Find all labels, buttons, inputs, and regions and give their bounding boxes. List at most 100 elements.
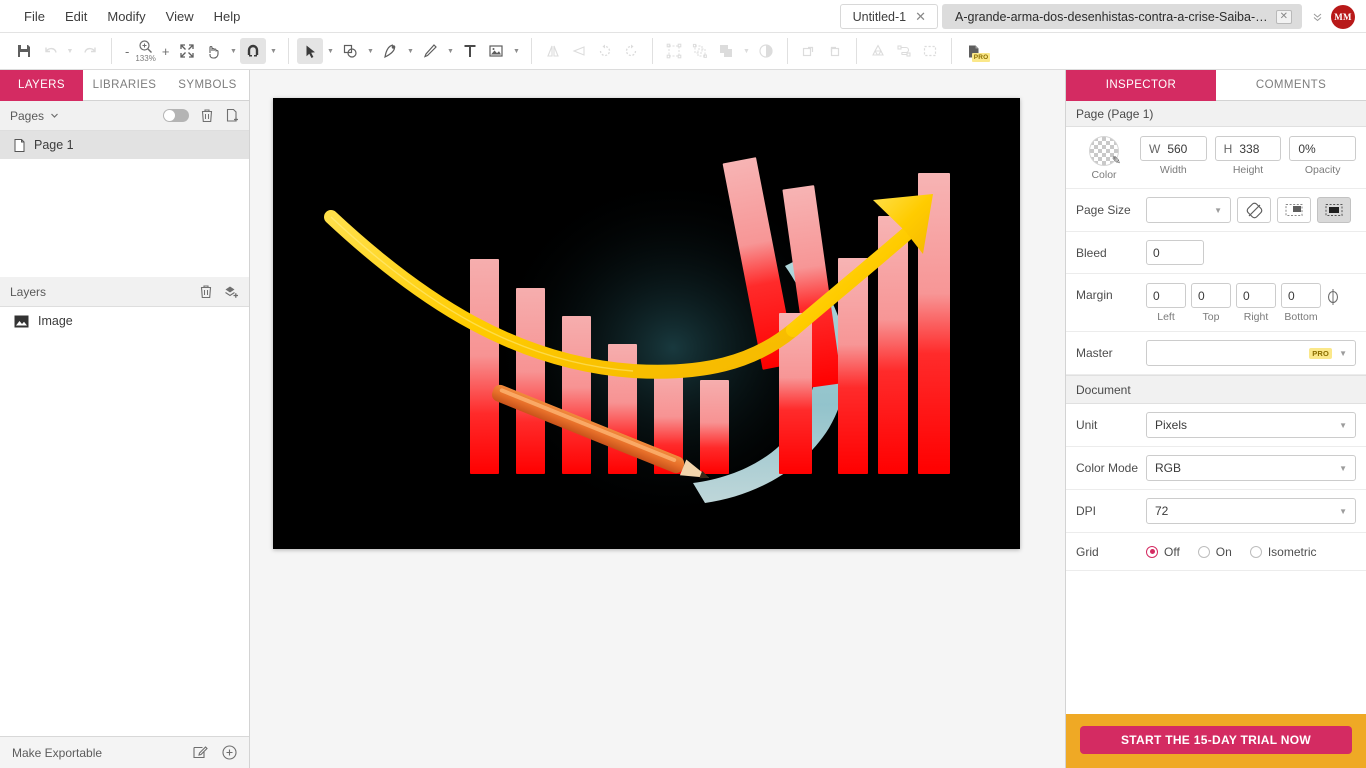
pencil-tool-icon[interactable] (417, 38, 443, 64)
artboard[interactable] (273, 98, 1020, 549)
image-dropdown-icon[interactable]: ▼ (509, 38, 523, 64)
rotate-counterclockwise-icon[interactable] (592, 38, 618, 64)
zoom-out-button[interactable]: - (120, 44, 134, 59)
tab-layers[interactable]: LAYERS (0, 70, 83, 101)
recycle-icon[interactable] (865, 38, 891, 64)
group-icon[interactable] (661, 38, 687, 64)
link-margins-icon[interactable] (1326, 288, 1340, 306)
mask-icon[interactable] (753, 38, 779, 64)
save-icon[interactable] (11, 38, 37, 64)
close-icon[interactable]: ✕ (913, 9, 928, 24)
menu-modify[interactable]: Modify (97, 5, 155, 28)
rotate-page-icon[interactable] (1237, 197, 1271, 223)
toolbar-group-export: PRO (955, 33, 991, 69)
boolean-dropdown-icon[interactable]: ▼ (739, 38, 753, 64)
height-input[interactable]: H 338 (1214, 136, 1282, 161)
menu-view[interactable]: View (156, 5, 204, 28)
ungroup-icon[interactable] (687, 38, 713, 64)
menu-edit[interactable]: Edit (55, 5, 97, 28)
add-page-icon[interactable] (225, 108, 239, 123)
flip-horizontal-icon[interactable] (540, 38, 566, 64)
text-tool-icon[interactable] (457, 38, 483, 64)
flip-vertical-icon[interactable] (566, 38, 592, 64)
toolbar-group-file: ▼ (6, 33, 108, 69)
image-tool-icon[interactable] (483, 38, 509, 64)
close-icon[interactable]: ✕ (1275, 9, 1292, 24)
add-layer-icon[interactable] (224, 284, 239, 299)
send-backward-icon[interactable] (822, 38, 848, 64)
pages-title-group[interactable]: Pages (10, 109, 59, 123)
undo-dropdown-icon[interactable]: ▼ (63, 38, 77, 64)
opacity-input[interactable]: 0% (1289, 136, 1357, 161)
chevron-double-down-icon[interactable] (1306, 11, 1329, 22)
tab-inspector[interactable]: INSPECTOR (1066, 70, 1216, 101)
grid-option-on[interactable]: On (1197, 545, 1232, 559)
magnet-snap-icon[interactable] (240, 38, 267, 64)
trash-icon[interactable] (200, 108, 214, 123)
unit-select[interactable]: Pixels ▼ (1146, 412, 1356, 438)
shapes-dropdown-icon[interactable]: ▼ (363, 38, 377, 64)
pencil-dropdown-icon[interactable]: ▼ (443, 38, 457, 64)
page-list-item[interactable]: Page 1 (0, 131, 249, 159)
trash-icon[interactable] (199, 284, 213, 299)
color-label: Color (1091, 169, 1117, 181)
margin-left-input[interactable]: 0 (1146, 283, 1186, 308)
color-control[interactable]: ✎ Color (1076, 136, 1132, 181)
path-connect-icon[interactable] (891, 38, 917, 64)
boolean-union-icon[interactable] (713, 38, 739, 64)
hand-dropdown-icon[interactable]: ▼ (226, 38, 240, 64)
avatar[interactable]: MM (1331, 4, 1355, 29)
margin-top-input[interactable]: 0 (1191, 283, 1231, 308)
grid-option-isometric[interactable]: Isometric (1249, 545, 1317, 559)
redo-icon[interactable] (77, 38, 103, 64)
page-label: Page 1 (34, 138, 74, 152)
layer-list-item[interactable]: Image (0, 307, 249, 335)
radio-selected-icon (1146, 545, 1158, 558)
tab-untitled-1[interactable]: Untitled-1 ✕ (839, 4, 938, 29)
start-trial-button[interactable]: START THE 15-DAY TRIAL NOW (1080, 726, 1352, 754)
tab-libraries[interactable]: LIBRARIES (83, 70, 166, 101)
plus-circle-icon[interactable] (222, 745, 237, 760)
tab-article[interactable]: A-grande-arma-dos-desenhistas-contra-a-c… (942, 4, 1302, 29)
page-size-select[interactable]: ▼ (1146, 197, 1231, 223)
bleed-input[interactable]: 0 (1146, 240, 1204, 265)
menu-file[interactable]: File (14, 5, 55, 28)
color-picker-icon[interactable]: ✎ (1089, 136, 1121, 167)
marquee-select-icon[interactable] (917, 38, 943, 64)
pen-tool-icon[interactable] (377, 38, 403, 64)
zoom-level-control[interactable]: 133% (134, 39, 156, 63)
pro-badge: PRO (1309, 347, 1333, 359)
edit-export-icon[interactable] (193, 745, 208, 760)
select-dropdown-icon[interactable]: ▼ (323, 38, 337, 64)
undo-icon[interactable] (37, 38, 63, 64)
rotate-clockwise-icon[interactable] (618, 38, 644, 64)
portrait-orientation-icon[interactable] (1317, 197, 1351, 223)
master-select[interactable]: PRO ▼ (1146, 340, 1356, 366)
toggle-switch-off[interactable] (163, 109, 189, 122)
menu-help[interactable]: Help (204, 5, 251, 28)
pen-dropdown-icon[interactable]: ▼ (403, 38, 417, 64)
chevron-down-icon: ▼ (1339, 463, 1347, 473)
shapes-icon[interactable] (337, 38, 363, 64)
dpi-label: DPI (1076, 504, 1097, 518)
export-pro-icon[interactable]: PRO (960, 38, 991, 64)
grid-option-off[interactable]: Off (1146, 545, 1180, 559)
canvas-area[interactable] (250, 70, 1066, 768)
zoom-in-button[interactable]: + (157, 44, 175, 59)
margin-bottom-value: 0 (1288, 288, 1295, 303)
dpi-select[interactable]: 72 ▼ (1146, 498, 1356, 524)
fit-to-screen-icon[interactable] (174, 38, 200, 64)
margin-right-input[interactable]: 0 (1236, 283, 1276, 308)
margin-bottom-input[interactable]: 0 (1281, 283, 1321, 308)
bring-forward-icon[interactable] (796, 38, 822, 64)
tab-comments[interactable]: COMMENTS (1216, 70, 1366, 101)
select-arrow-icon[interactable] (297, 38, 324, 64)
width-input[interactable]: W 560 (1140, 136, 1207, 161)
hand-tool-icon[interactable] (200, 38, 226, 64)
snap-dropdown-icon[interactable]: ▼ (266, 38, 280, 64)
trial-promo-banner: START THE 15-DAY TRIAL NOW (1066, 714, 1366, 768)
tab-symbols[interactable]: SYMBOLS (166, 70, 249, 101)
landscape-orientation-icon[interactable] (1277, 197, 1311, 223)
color-mode-select[interactable]: RGB ▼ (1146, 455, 1356, 481)
document-tabs: Untitled-1 ✕ A-grande-arma-dos-desenhist… (839, 0, 1362, 33)
